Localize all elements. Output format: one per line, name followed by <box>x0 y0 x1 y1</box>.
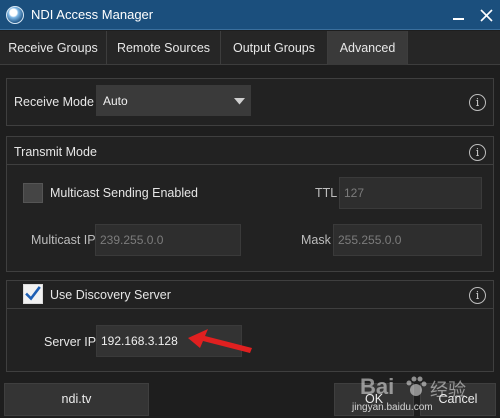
multicast-checkbox[interactable] <box>23 183 43 203</box>
watermark: Bai 经验 jingyan.baidu.com <box>352 374 500 418</box>
info-icon[interactable]: i <box>469 144 486 161</box>
check-icon <box>25 286 41 301</box>
receive-mode-label: Receive Mode <box>14 95 94 109</box>
tab-receive-groups[interactable]: Receive Groups <box>0 31 107 65</box>
ndi-app-icon <box>6 6 24 24</box>
receive-mode-panel: Receive Mode Auto i <box>6 78 494 126</box>
multicast-ip-label: Multicast IP <box>31 233 96 247</box>
transmit-mode-panel: Transmit Mode i Multicast Sending Enable… <box>6 136 494 272</box>
red-arrow-annotation <box>188 329 252 353</box>
receive-mode-dropdown[interactable]: Auto <box>96 85 251 116</box>
discovery-checkbox-label: Use Discovery Server <box>50 288 171 302</box>
info-icon[interactable]: i <box>469 94 486 111</box>
server-ip-label: Server IP <box>44 335 97 349</box>
baidu-paw-icon <box>406 376 427 396</box>
window-title: NDI Access Manager <box>31 7 154 22</box>
mask-label: Mask <box>301 233 331 247</box>
close-button[interactable] <box>473 0 500 30</box>
tab-bar: Receive Groups Remote Sources Output Gro… <box>0 31 500 65</box>
minimize-icon <box>453 18 464 20</box>
ttl-field[interactable]: 127 <box>339 177 482 209</box>
transmit-mode-title: Transmit Mode <box>14 145 97 159</box>
title-bar: NDI Access Manager <box>0 0 500 30</box>
ndi-tv-button[interactable]: ndi.tv <box>4 383 149 416</box>
tab-output-groups[interactable]: Output Groups <box>221 31 328 65</box>
minimize-button[interactable] <box>445 0 472 30</box>
receive-mode-value: Auto <box>103 94 128 108</box>
watermark-site: jingyan.baidu.com <box>352 402 433 413</box>
watermark-brand-cn: 经验 <box>430 380 466 400</box>
tab-remote-sources[interactable]: Remote Sources <box>107 31 221 65</box>
divider <box>7 164 493 165</box>
multicast-ip-field[interactable]: 239.255.0.0 <box>95 224 241 256</box>
ttl-label: TTL <box>315 186 338 200</box>
tab-advanced[interactable]: Advanced <box>328 31 408 65</box>
caret-down-icon <box>234 98 245 105</box>
info-icon[interactable]: i <box>469 287 486 304</box>
close-icon <box>480 9 493 22</box>
discovery-checkbox[interactable] <box>23 284 43 304</box>
multicast-checkbox-label: Multicast Sending Enabled <box>50 186 199 200</box>
mask-field[interactable]: 255.255.0.0 <box>333 224 482 256</box>
divider <box>7 308 493 309</box>
watermark-brand: Bai <box>360 374 395 399</box>
